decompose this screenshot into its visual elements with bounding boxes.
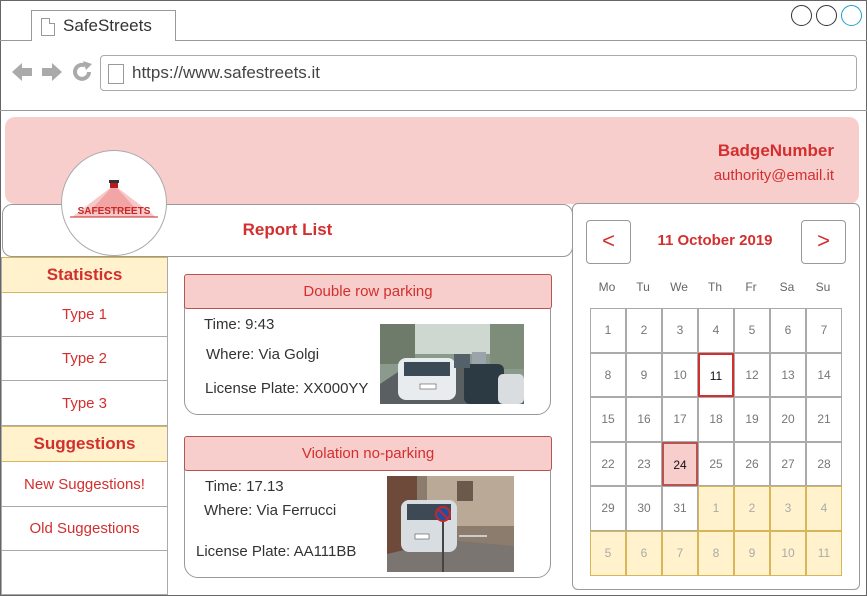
calendar-day[interactable]: 2 (734, 486, 770, 531)
svg-text:SAFESTREETS: SAFESTREETS (78, 206, 151, 217)
calendar-day[interactable]: 18 (698, 397, 734, 442)
weekday-label: Th (707, 280, 722, 294)
browser-tab[interactable]: SafeStreets (31, 10, 176, 41)
safestreets-logo[interactable]: SAFESTREETS (61, 150, 167, 256)
calendar-day[interactable]: 17 (662, 397, 698, 442)
calendar-month-label: 11 October 2019 (657, 232, 773, 249)
tab-title: SafeStreets (63, 16, 152, 35)
sidebar-item-old-suggestions[interactable]: Old Suggestions (2, 507, 167, 551)
calendar-day[interactable]: 10 (662, 352, 698, 398)
close-button[interactable] (841, 5, 862, 26)
back-arrow-icon[interactable] (10, 60, 34, 89)
calendar-day[interactable]: 10 (770, 531, 806, 576)
report-time: Time: 17.13 (205, 478, 284, 495)
calendar-day[interactable]: 5 (734, 308, 770, 353)
report-time: Time: 9:43 (204, 316, 275, 333)
reload-icon[interactable] (70, 60, 94, 89)
report-license-plate: License Plate: XX000YY (205, 380, 369, 397)
report-title[interactable]: Violation no-parking (184, 436, 552, 471)
calendar-day[interactable]: 9 (734, 531, 770, 576)
report-license-plate: License Plate: AA111BB (196, 543, 357, 560)
weekday-label: Su (815, 280, 831, 294)
sidebar-item-type-1[interactable]: Type 1 (2, 293, 167, 337)
calendar-day[interactable]: 16 (626, 397, 662, 442)
calendar-day[interactable]: 1 (698, 486, 734, 531)
calendar-day[interactable]: 6 (626, 531, 662, 576)
page-icon (108, 64, 124, 84)
calendar-day[interactable]: 30 (626, 486, 662, 531)
report-title[interactable]: Double row parking (184, 274, 552, 309)
minimize-button[interactable] (791, 5, 812, 26)
report-photo[interactable] (387, 476, 514, 572)
calendar-day[interactable]: 7 (662, 531, 698, 576)
calendar-day[interactable]: 19 (734, 397, 770, 442)
calendar-day[interactable]: 28 (806, 441, 842, 487)
calendar-day[interactable]: 2 (626, 308, 662, 353)
report-photo[interactable] (380, 324, 524, 404)
calendar-day[interactable]: 13 (770, 352, 806, 398)
statistics-heading: Statistics (2, 257, 167, 293)
calendar-day[interactable]: 11 (698, 352, 734, 398)
calendar-day[interactable]: 3 (770, 486, 806, 531)
report-location: Where: Via Golgi (206, 346, 320, 363)
calendar-day[interactable]: 27 (770, 441, 806, 487)
calendar-day[interactable]: 14 (806, 352, 842, 398)
calendar-day[interactable]: 21 (806, 397, 842, 442)
calendar-day[interactable]: 7 (806, 308, 842, 353)
calendar-day[interactable]: 25 (698, 441, 734, 487)
calendar-day[interactable]: 26 (734, 441, 770, 487)
calendar-prev-button[interactable]: < (586, 220, 631, 264)
weekday-label: Mo (598, 280, 616, 294)
sidebar-item-type-3[interactable]: Type 3 (2, 382, 167, 426)
nav-bar-divider (0, 110, 867, 111)
maximize-button[interactable] (816, 5, 837, 26)
calendar-day[interactable]: 4 (698, 308, 734, 353)
address-bar[interactable]: https://www.safestreets.it (100, 55, 857, 91)
calendar-day[interactable]: 20 (770, 397, 806, 442)
calendar-day[interactable]: 29 (590, 486, 626, 531)
calendar-day[interactable]: 8 (590, 352, 626, 398)
calendar-day[interactable]: 23 (626, 441, 662, 487)
calendar-day[interactable]: 1 (590, 308, 626, 353)
calendar-day[interactable]: 3 (662, 308, 698, 353)
calendar-day[interactable]: 5 (590, 531, 626, 576)
calendar-day[interactable]: 9 (626, 352, 662, 398)
forward-arrow-icon[interactable] (40, 60, 64, 89)
weekday-label: We (670, 280, 688, 294)
document-icon (41, 18, 55, 36)
sidebar-item-type-2[interactable]: Type 2 (2, 337, 167, 381)
calendar-day[interactable]: 12 (734, 352, 770, 398)
weekday-label: Fr (745, 280, 757, 294)
calendar-next-button[interactable]: > (801, 220, 846, 264)
calendar-day[interactable]: 11 (806, 531, 842, 576)
weekday-label: Tu (636, 280, 650, 294)
calendar-day[interactable]: 6 (770, 308, 806, 353)
calendar-day[interactable]: 22 (590, 441, 626, 487)
calendar-day[interactable]: 24 (662, 441, 698, 487)
badge-number: BadgeNumber (717, 141, 834, 160)
calendar-day[interactable]: 8 (698, 531, 734, 576)
sidebar-item-new-suggestions[interactable]: New Suggestions! (2, 463, 167, 507)
calendar-day[interactable]: 31 (662, 486, 698, 531)
user-email: authority@email.it (713, 167, 834, 184)
calendar-day[interactable]: 15 (590, 397, 626, 442)
report-location: Where: Via Ferrucci (204, 502, 337, 519)
weekday-label: Sa (779, 280, 795, 294)
url-text: https://www.safestreets.it (132, 63, 321, 82)
suggestions-heading: Suggestions (2, 426, 167, 462)
calendar-day[interactable]: 4 (806, 486, 842, 531)
